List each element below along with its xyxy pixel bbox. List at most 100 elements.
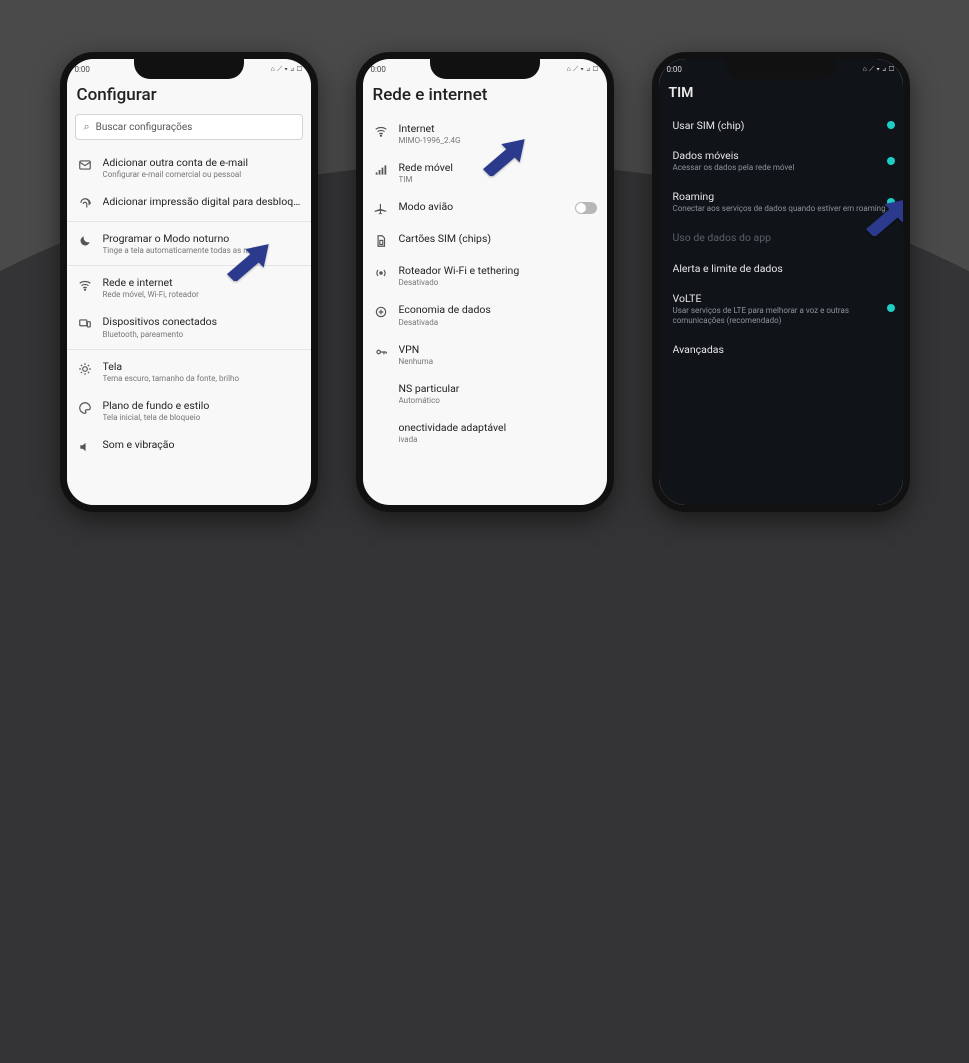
item-advanced[interactable]: Avançadas bbox=[659, 334, 903, 364]
divider bbox=[67, 349, 311, 350]
item-title: VoLTE bbox=[673, 292, 889, 305]
status-time: 0:00 bbox=[371, 65, 386, 74]
item-volte[interactable]: VoLTEUsar serviços de LTE para melhorar … bbox=[659, 283, 903, 334]
item-sub: Tinge a tela automaticamente todas as no… bbox=[103, 246, 301, 256]
roaming-toggle[interactable] bbox=[887, 198, 895, 206]
item-title: Uso de dados do app bbox=[673, 231, 889, 244]
network-list: InternetMIMO-1996_2.4G Rede móvelTIM Mod… bbox=[363, 114, 607, 452]
item-sub: ivada bbox=[399, 435, 597, 445]
status-indicators: ⌂ ⟋ ▾ ◿ ▢ bbox=[271, 65, 303, 74]
email-icon bbox=[77, 157, 93, 173]
phone-notch bbox=[134, 59, 244, 79]
item-roaming[interactable]: RoamingConectar aos serviços de dados qu… bbox=[659, 181, 903, 222]
phone-1: 0:00 ⌂ ⟋ ▾ ◿ ▢ Configurar ⌕ Buscar confi… bbox=[60, 52, 318, 512]
item-sub: Bluetooth, pareamento bbox=[103, 330, 301, 340]
divider bbox=[67, 221, 311, 222]
item-sub: Desativada bbox=[399, 318, 597, 328]
item-title: Rede e internet bbox=[103, 276, 301, 289]
status-time: 0:00 bbox=[75, 65, 90, 74]
search-input[interactable]: ⌕ Buscar configurações bbox=[75, 114, 303, 140]
item-internet[interactable]: InternetMIMO-1996_2.4G bbox=[363, 114, 607, 153]
item-title: Roteador Wi-Fi e tethering bbox=[399, 264, 597, 277]
item-title: Adicionar impressão digital para desbloq… bbox=[103, 195, 301, 208]
item-sub: Rede móvel, Wi-Fi, roteador bbox=[103, 290, 301, 300]
sound-icon bbox=[77, 439, 93, 455]
item-title: Alerta e limite de dados bbox=[673, 262, 889, 275]
item-use-sim[interactable]: Usar SIM (chip) bbox=[659, 110, 903, 140]
item-network-internet[interactable]: Rede e internetRede móvel, Wi-Fi, rotead… bbox=[67, 268, 311, 307]
item-sub: Configurar e-mail comercial ou pessoal bbox=[103, 170, 301, 180]
item-fingerprint[interactable]: Adicionar impressão digital para desbloq… bbox=[67, 187, 311, 219]
item-data-saver[interactable]: Economia de dados Desativada bbox=[363, 295, 607, 334]
item-wallpaper[interactable]: Plano de fundo e estiloTela inicial, tel… bbox=[67, 391, 311, 430]
item-title: Economia de dados bbox=[399, 303, 597, 316]
phone-3: 0:00 ⌂ ⟋ ▾ ◿ ▢ TIM Usar SIM (chip) Dados… bbox=[652, 52, 910, 512]
hotspot-icon bbox=[373, 265, 389, 281]
item-sub: Conectar aos serviços de dados quando es… bbox=[673, 204, 889, 214]
item-title: VPN bbox=[399, 343, 597, 356]
item-sub: Tema escuro, tamanho da fonte, brilho bbox=[103, 374, 301, 384]
divider bbox=[67, 265, 311, 266]
item-sub: TIM bbox=[399, 175, 597, 185]
sim-icon bbox=[373, 233, 389, 249]
item-title: Tela bbox=[103, 360, 301, 373]
item-title: Dados móveis bbox=[673, 149, 889, 162]
item-sub: Nenhuma bbox=[399, 357, 597, 367]
item-title: Rede móvel bbox=[399, 161, 597, 174]
item-sub: Desativado bbox=[399, 278, 597, 288]
item-title: Adicionar outra conta de e-mail bbox=[103, 156, 301, 169]
search-placeholder: Buscar configurações bbox=[96, 122, 193, 133]
dns-icon bbox=[373, 383, 389, 399]
phone-2: 0:00 ⌂ ⟋ ▾ ◿ ▢ Rede e internet InternetM… bbox=[356, 52, 614, 512]
airplane-icon bbox=[373, 201, 389, 217]
status-indicators: ⌂ ⟋ ▾ ◿ ▢ bbox=[863, 65, 895, 74]
item-connected-devices[interactable]: Dispositivos conectados Bluetooth, paream… bbox=[67, 307, 311, 346]
signal-icon bbox=[373, 162, 389, 178]
item-sound[interactable]: Som e vibração bbox=[67, 430, 311, 462]
item-title: Plano de fundo e estilo bbox=[103, 399, 301, 412]
item-title: Programar o Modo noturno bbox=[103, 232, 301, 245]
item-airplane-mode[interactable]: Modo avião bbox=[363, 192, 607, 224]
item-vpn[interactable]: VPNNenhuma bbox=[363, 335, 607, 374]
item-title: Internet bbox=[399, 122, 597, 135]
item-title: Cartões SIM (chips) bbox=[399, 232, 597, 245]
wifi-icon bbox=[373, 123, 389, 139]
item-title: Avançadas bbox=[673, 343, 889, 356]
data-saver-icon bbox=[373, 304, 389, 320]
status-indicators: ⌂ ⟋ ▾ ◿ ▢ bbox=[567, 65, 599, 74]
phone-notch bbox=[430, 59, 540, 79]
item-sub: MIMO-1996_2.4G bbox=[399, 136, 597, 146]
airplane-toggle[interactable] bbox=[575, 202, 597, 214]
page-title: Configurar bbox=[67, 79, 311, 114]
item-display[interactable]: TelaTema escuro, tamanho da fonte, brilh… bbox=[67, 352, 311, 391]
item-hotspot[interactable]: Roteador Wi-Fi e tetheringDesativado bbox=[363, 256, 607, 295]
item-sim-cards[interactable]: Cartões SIM (chips) bbox=[363, 224, 607, 256]
page-title: Rede e internet bbox=[363, 79, 607, 114]
item-private-dns[interactable]: NS particularAutomático bbox=[363, 374, 607, 413]
item-sub: Acessar os dados pela rede móvel bbox=[673, 163, 889, 173]
mobile-data-toggle[interactable] bbox=[887, 157, 895, 165]
screen-settings: 0:00 ⌂ ⟋ ▾ ◿ ▢ Configurar ⌕ Buscar confi… bbox=[67, 59, 311, 505]
display-icon bbox=[77, 361, 93, 377]
item-adaptive-connectivity[interactable]: onectividade adaptávelivada bbox=[363, 413, 607, 452]
sim-list: Usar SIM (chip) Dados móveisAcessar os d… bbox=[659, 110, 903, 364]
item-title: Roaming bbox=[673, 190, 889, 203]
item-mobile-data[interactable]: Dados móveisAcessar os dados pela rede m… bbox=[659, 140, 903, 181]
screen-network: 0:00 ⌂ ⟋ ▾ ◿ ▢ Rede e internet InternetM… bbox=[363, 59, 607, 505]
use-sim-toggle[interactable] bbox=[887, 121, 895, 129]
item-title: onectividade adaptável bbox=[399, 421, 597, 434]
screen-sim: 0:00 ⌂ ⟋ ▾ ◿ ▢ TIM Usar SIM (chip) Dados… bbox=[659, 59, 903, 505]
item-mobile-network[interactable]: Rede móvelTIM bbox=[363, 153, 607, 192]
item-title: NS particular bbox=[399, 382, 597, 395]
volte-toggle[interactable] bbox=[887, 304, 895, 312]
item-night-mode[interactable]: Programar o Modo noturnoTinge a tela aut… bbox=[67, 224, 311, 263]
item-title: Dispositivos conectados bbox=[103, 315, 301, 328]
adaptive-icon bbox=[373, 422, 389, 438]
vpn-icon bbox=[373, 344, 389, 360]
phone-stage: 0:00 ⌂ ⟋ ▾ ◿ ▢ Configurar ⌕ Buscar confi… bbox=[0, 0, 969, 512]
devices-icon bbox=[77, 316, 93, 332]
item-data-alert[interactable]: Alerta e limite de dados bbox=[659, 253, 903, 283]
item-app-data-usage[interactable]: Uso de dados do app bbox=[659, 222, 903, 252]
item-add-email[interactable]: Adicionar outra conta de e-mailConfigura… bbox=[67, 148, 311, 187]
palette-icon bbox=[77, 400, 93, 416]
